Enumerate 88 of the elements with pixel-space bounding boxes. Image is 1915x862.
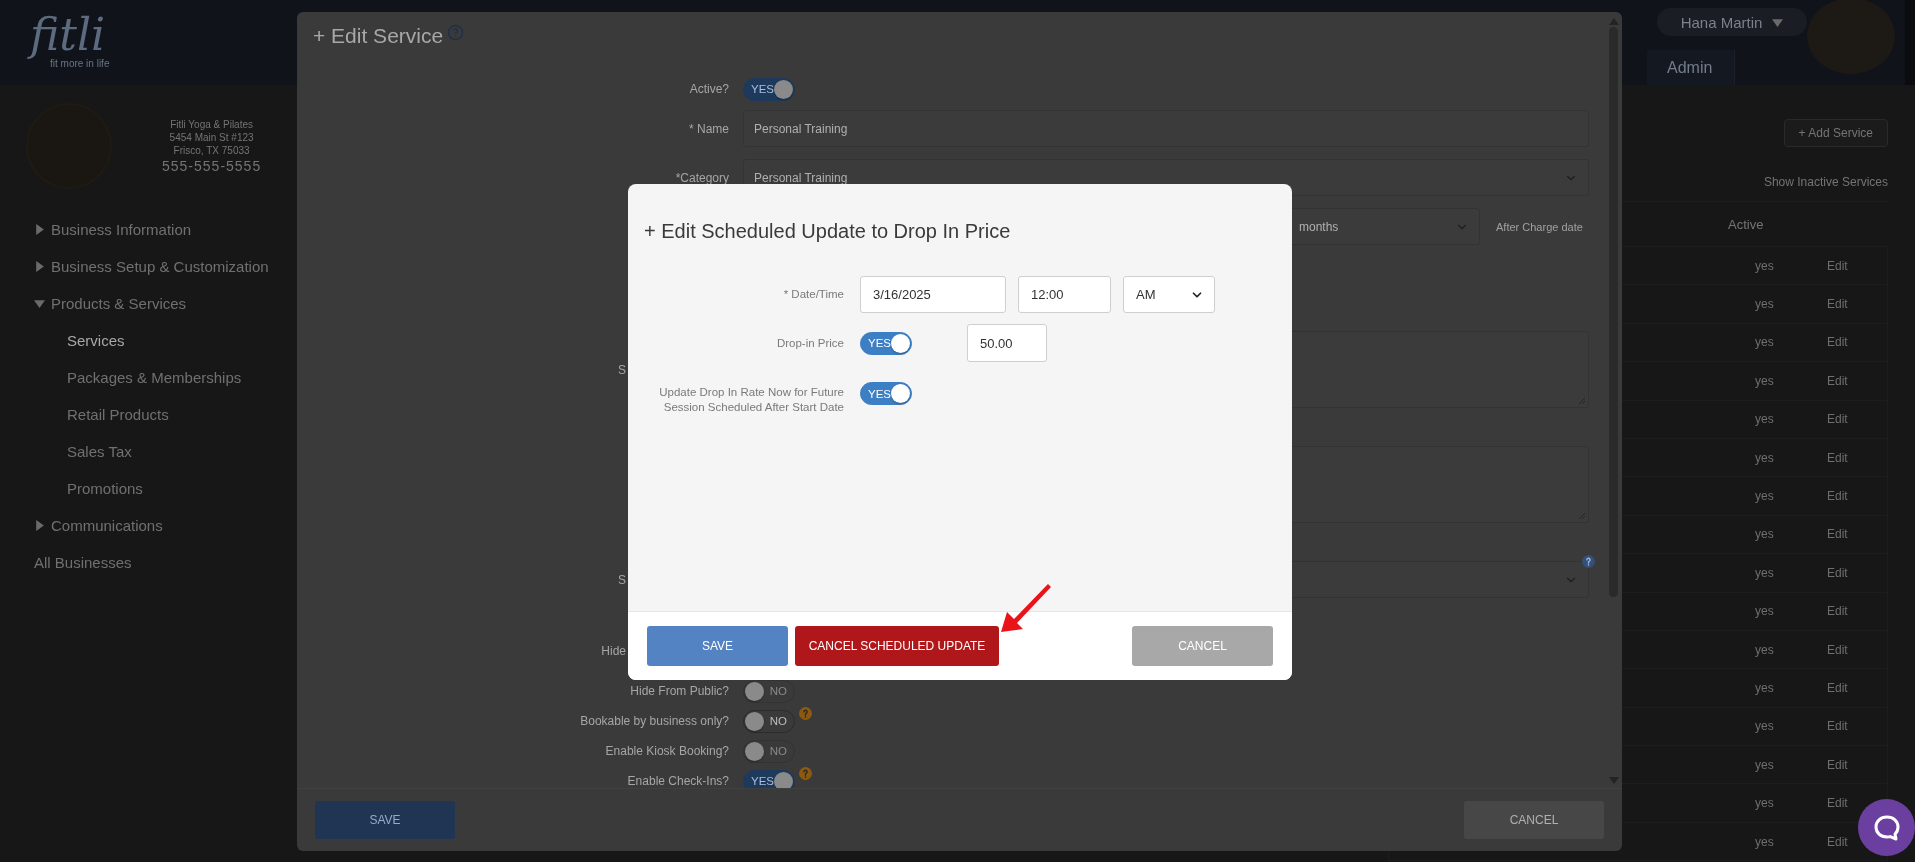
- sidebar-subitem[interactable]: Services: [67, 332, 125, 349]
- table-cell: yes: [1755, 642, 1774, 657]
- edit-link[interactable]: Edit: [1827, 258, 1848, 273]
- save-button[interactable]: SAVE: [647, 626, 788, 666]
- field-label: * Name: [689, 121, 729, 136]
- table-cell: yes: [1755, 450, 1774, 465]
- toggle-switch[interactable]: YES: [743, 769, 795, 788]
- table-cell: yes: [1755, 335, 1774, 350]
- edit-link[interactable]: Edit: [1827, 796, 1848, 811]
- save-button[interactable]: SAVE: [315, 801, 455, 839]
- edit-link[interactable]: Edit: [1827, 489, 1848, 504]
- help-icon[interactable]: [1582, 555, 1595, 568]
- field-label: Bookable by business only?: [580, 714, 729, 728]
- toggle-switch[interactable]: YES: [860, 331, 912, 355]
- business-name: Fitli Yoga & Pilates: [170, 117, 253, 131]
- dialog-title: + Edit Scheduled Update to Drop In Price: [644, 219, 1012, 244]
- edit-link[interactable]: Edit: [1827, 834, 1848, 849]
- edit-link[interactable]: Edit: [1827, 373, 1848, 388]
- logo-tagline: fit more in life: [50, 58, 110, 69]
- speech-bubble-icon: [1872, 813, 1901, 842]
- edit-link[interactable]: Edit: [1827, 719, 1848, 734]
- edit-link[interactable]: Edit: [1827, 450, 1848, 465]
- table-cell: yes: [1755, 373, 1774, 388]
- name-input[interactable]: Personal Training: [743, 110, 1589, 147]
- edit-link[interactable]: Edit: [1827, 297, 1848, 312]
- field-label: * Date/Time: [782, 287, 844, 302]
- field-label: Hide: [601, 644, 626, 658]
- toggle-switch[interactable]: NO: [743, 709, 795, 733]
- sidebar-subitem[interactable]: Packages & Memberships: [67, 369, 242, 386]
- table-cell: yes: [1755, 834, 1774, 849]
- business-phone: 555-555-5555: [162, 156, 262, 175]
- sidebar-subitem[interactable]: Retail Products: [67, 406, 169, 423]
- edit-link[interactable]: Edit: [1827, 681, 1848, 695]
- edit-link[interactable]: Edit: [1827, 642, 1848, 657]
- table-cell: yes: [1755, 796, 1774, 811]
- table-cell: yes: [1755, 604, 1774, 619]
- date-input[interactable]: 3/16/2025: [860, 276, 1006, 313]
- panel-title: + Edit Service: [313, 23, 444, 49]
- table-cell: yes: [1755, 719, 1774, 734]
- field-label: Hide From Public?: [630, 684, 729, 698]
- table-cell: yes: [1755, 527, 1774, 542]
- edit-link[interactable]: Edit: [1827, 412, 1848, 427]
- business-city: Frisco, TX 75033: [173, 143, 250, 157]
- field-label: Enable Kiosk Booking?: [605, 744, 729, 758]
- price-input[interactable]: 50.00: [967, 324, 1047, 362]
- cancel-button[interactable]: CANCEL: [1132, 626, 1273, 666]
- sidebar-item[interactable]: Business Setup & Customization: [51, 258, 269, 275]
- field-label: Update Drop In Rate Now for Future Session Scheduled After Start Date: [658, 385, 844, 415]
- field-label: *Category: [675, 170, 729, 185]
- field-label: S: [618, 362, 626, 377]
- time-input[interactable]: 12:00: [1018, 276, 1111, 313]
- sidebar-item[interactable]: Business Information: [51, 221, 192, 238]
- column-header: Active: [1728, 216, 1765, 232]
- admin-tab[interactable]: Admin: [1647, 50, 1736, 85]
- field-label: Active?: [689, 82, 729, 96]
- toggle-switch[interactable]: YES: [860, 382, 912, 405]
- edit-link[interactable]: Edit: [1827, 757, 1848, 772]
- edit-link[interactable]: Edit: [1827, 527, 1848, 542]
- field-note: After Charge date: [1496, 220, 1584, 233]
- field-label: Drop-in Price: [775, 335, 844, 351]
- business-address: 5454 Main St #123: [169, 130, 254, 144]
- table-cell: yes: [1755, 412, 1774, 427]
- table-cell: yes: [1755, 681, 1774, 695]
- chat-button[interactable]: [1858, 799, 1915, 856]
- help-icon[interactable]: [799, 766, 812, 780]
- field-label: S: [618, 572, 626, 587]
- table-cell: yes: [1755, 258, 1774, 273]
- sidebar-item[interactable]: Communications: [51, 517, 163, 534]
- table-cell: yes: [1755, 297, 1774, 312]
- cancel-button[interactable]: CANCEL: [1464, 801, 1604, 839]
- user-menu[interactable]: Hana Martin: [1657, 8, 1807, 36]
- sidebar-item[interactable]: All Businesses: [34, 554, 132, 571]
- edit-link[interactable]: Edit: [1827, 335, 1848, 350]
- table-cell: yes: [1755, 565, 1774, 580]
- caret-icon: [1772, 16, 1784, 28]
- period-select[interactable]: AM: [1123, 276, 1215, 313]
- help-icon[interactable]: [799, 706, 812, 720]
- edit-link[interactable]: Edit: [1827, 604, 1848, 619]
- sidebar-subitem[interactable]: Sales Tax: [67, 443, 132, 460]
- add-service-button[interactable]: + Add Service: [1783, 119, 1888, 147]
- table-cell: yes: [1755, 757, 1774, 772]
- sidebar-item[interactable]: Products & Services: [51, 295, 187, 312]
- edit-link[interactable]: Edit: [1827, 565, 1848, 580]
- table-cell: yes: [1755, 489, 1774, 504]
- field-label: Enable Check-Ins?: [627, 774, 729, 788]
- toggle-switch[interactable]: YES: [743, 77, 795, 101]
- cancel-update-button[interactable]: CANCEL SCHEDULED UPDATE: [795, 626, 999, 666]
- sidebar-subitem[interactable]: Promotions: [67, 480, 143, 497]
